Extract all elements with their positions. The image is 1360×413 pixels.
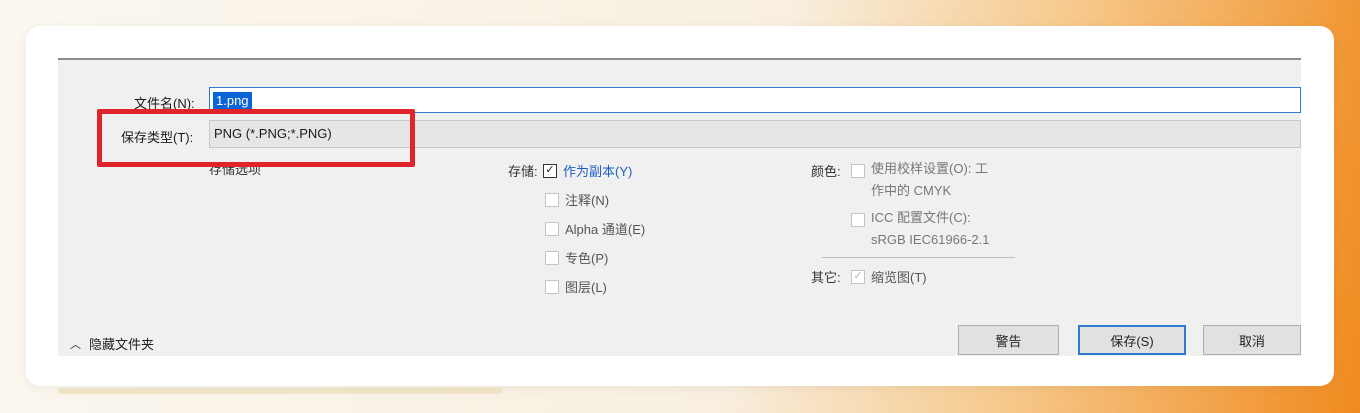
save-button[interactable]: 保存(S) — [1078, 325, 1186, 355]
copy-checkbox[interactable]: ✓ 作为副本(Y) — [543, 161, 632, 180]
spot-color-checkbox[interactable]: 专色(P) — [545, 248, 608, 267]
layers-checkbox[interactable]: 图层(L) — [545, 277, 607, 296]
thumbnail-checkbox[interactable]: ✓ 缩览图(T) — [851, 267, 927, 286]
annotations-label: 注释(N) — [565, 193, 610, 208]
cancel-button[interactable]: 取消 — [1203, 325, 1301, 355]
save-type-select[interactable]: PNG (*.PNG;*.PNG) — [209, 120, 1301, 148]
color-label: 颜色: — [811, 164, 841, 179]
file-name-label: 文件名(N): — [134, 96, 195, 111]
checkbox-icon — [545, 192, 559, 207]
save-as-dialog: 文件名(N): 1.png 保存类型(T): PNG (*.PNG;*.PNG)… — [58, 58, 1301, 356]
warning-button[interactable]: 警告 — [958, 325, 1059, 355]
checkbox-icon — [545, 221, 559, 236]
thumbnail-label: 缩览图(T) — [871, 270, 927, 285]
proof-setup-text: 使用校样设置(O): 工 作中的 CMYK — [871, 158, 988, 202]
file-name-value: 1.png — [213, 92, 252, 109]
checkbox-icon — [545, 279, 559, 294]
check-icon: ✓ — [543, 163, 557, 178]
card-underline — [58, 388, 503, 394]
icc-profile-line2: sRGB IEC61966-2.1 — [871, 232, 990, 247]
icc-profile-line1: ICC 配置文件(C): — [871, 210, 971, 225]
proof-setup-line1: 使用校样设置(O): 工 — [871, 161, 988, 176]
other-label: 其它: — [811, 270, 841, 285]
icc-profile-text: ICC 配置文件(C): sRGB IEC61966-2.1 — [871, 207, 990, 251]
proof-setup-line2: 作中的 CMYK — [871, 183, 952, 198]
save-type-label: 保存类型(T): — [121, 130, 194, 145]
hide-folders-toggle[interactable]: ︿ 隐藏文件夹 — [70, 334, 154, 353]
spot-color-label: 专色(P) — [565, 251, 609, 266]
file-name-input[interactable]: 1.png — [209, 87, 1301, 113]
chevron-up-icon: ︿ — [70, 338, 81, 351]
checkbox-icon — [545, 250, 559, 265]
storage-label: 存储: — [508, 164, 538, 179]
annotations-checkbox[interactable]: 注释(N) — [545, 190, 609, 209]
storage-options-heading: 存储选项 — [209, 162, 262, 177]
hide-folders-label: 隐藏文件夹 — [89, 337, 155, 352]
icc-profile-checkbox[interactable] — [851, 213, 865, 227]
layers-label: 图层(L) — [565, 280, 607, 295]
check-icon: ✓ — [851, 269, 865, 284]
copy-label: 作为副本(Y) — [563, 164, 633, 179]
alpha-channel-checkbox[interactable]: Alpha 通道(E) — [545, 219, 645, 238]
proof-setup-checkbox[interactable] — [851, 164, 865, 178]
divider — [822, 257, 1015, 258]
alpha-channel-label: Alpha 通道(E) — [565, 222, 646, 237]
